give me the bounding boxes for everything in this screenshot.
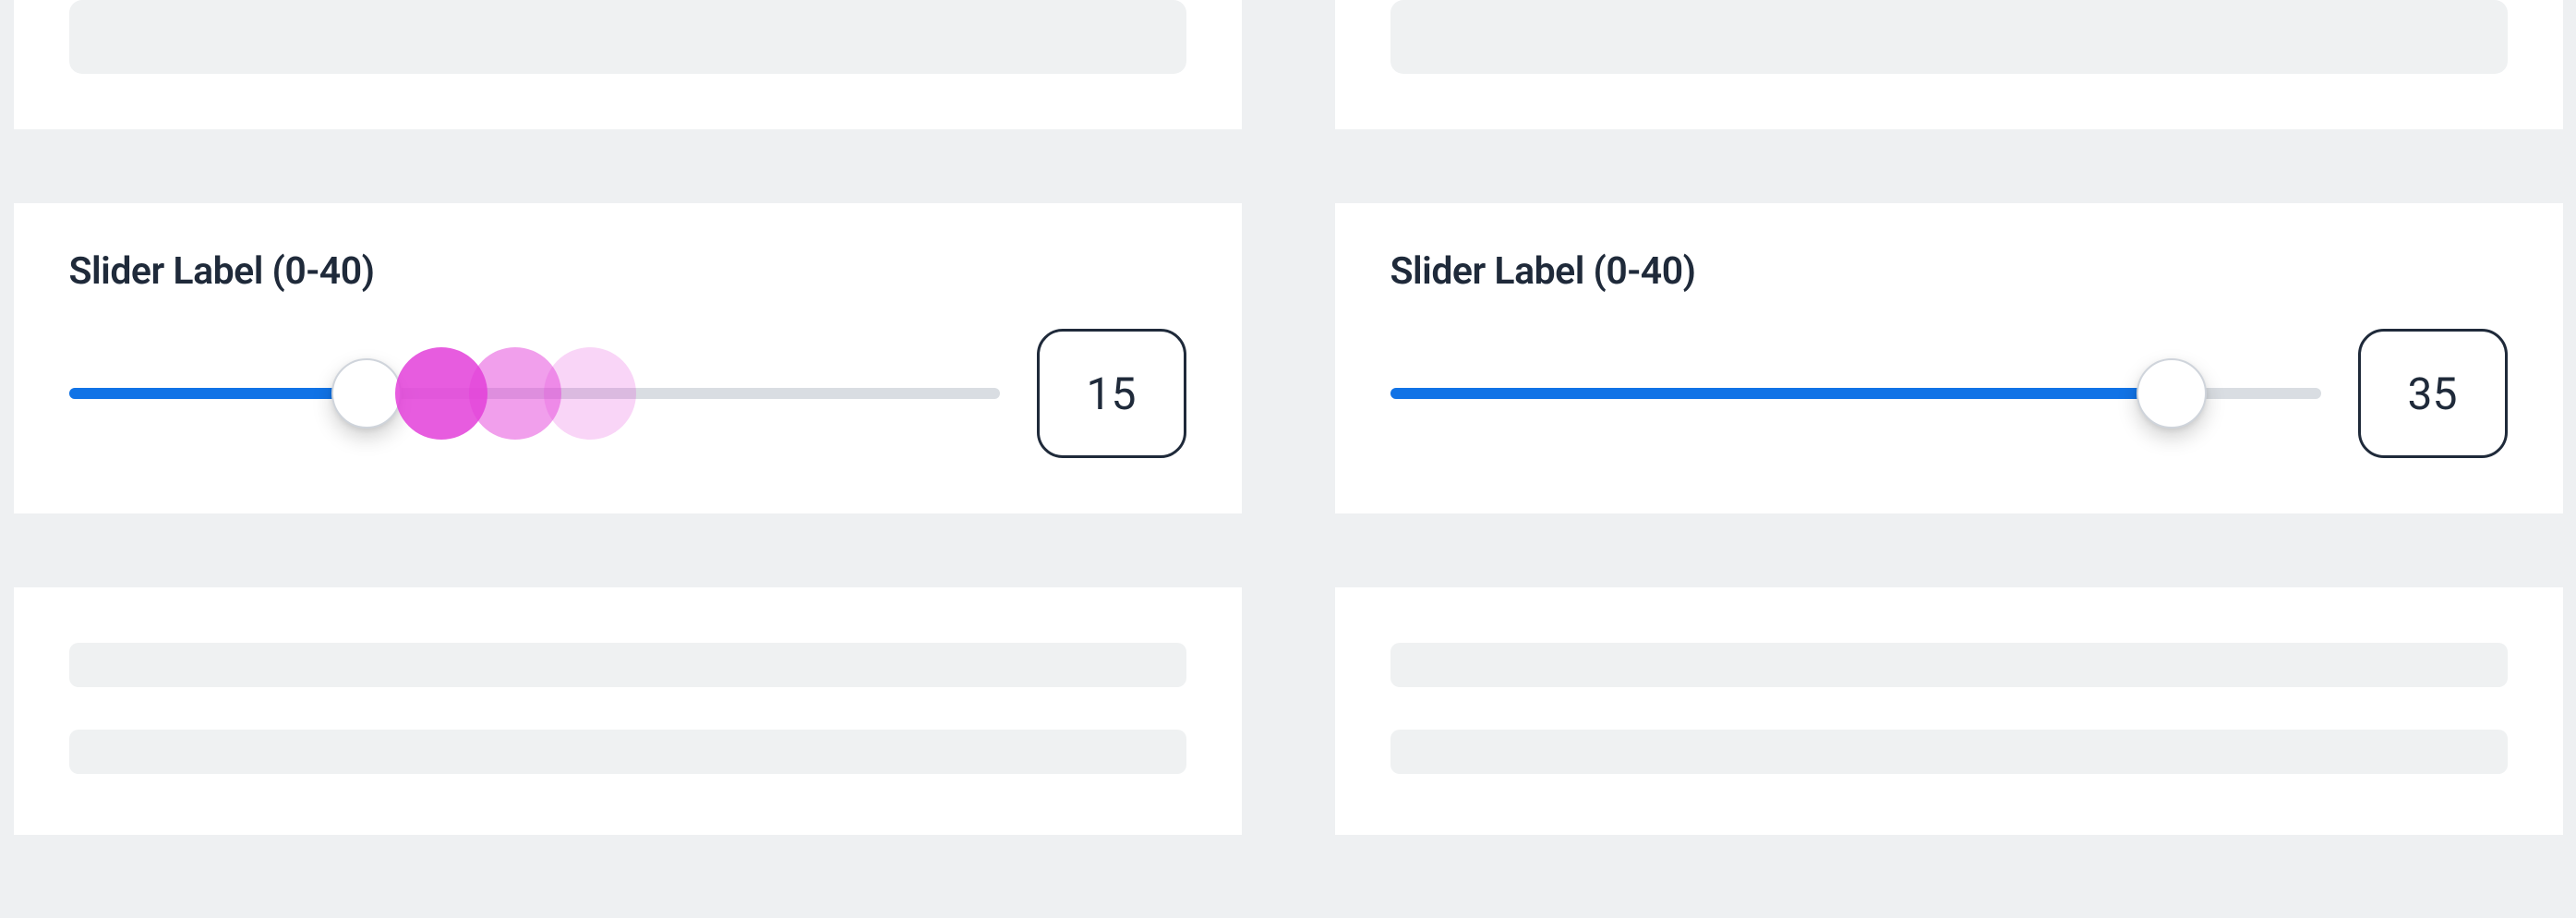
- panel-right: Slider Label (0-40) 35: [1335, 0, 2563, 878]
- touch-trail-icon: [469, 347, 561, 440]
- slider-label: Slider Label (0-40): [1390, 249, 2508, 294]
- slider-value-input[interactable]: 35: [2358, 329, 2508, 458]
- touch-indicator-icon: [395, 347, 488, 440]
- slider-row: 15: [69, 329, 1186, 458]
- top-placeholder-card: [1335, 0, 2563, 129]
- slider-value-text: 15: [1087, 368, 1137, 420]
- section-gap: [14, 835, 1242, 918]
- placeholder-line: [1390, 643, 2508, 687]
- section-gap: [1335, 129, 2563, 203]
- slider-value-input[interactable]: 15: [1037, 329, 1186, 458]
- slider-section: Slider Label (0-40) 15: [14, 203, 1242, 513]
- slider-thumb[interactable]: [2137, 358, 2207, 429]
- comparison-viewport: Slider Label (0-40) 15: [0, 0, 2576, 878]
- slider-track[interactable]: [1390, 388, 2321, 399]
- slider-value-text: 35: [2408, 368, 2458, 420]
- slider-label: Slider Label (0-40): [69, 249, 1186, 294]
- section-gap: [1335, 835, 2563, 918]
- panel-right-wrap: Slider Label (0-40) 35: [1321, 0, 2576, 878]
- slider-track-container[interactable]: [69, 356, 1000, 430]
- panel-left: Slider Label (0-40) 15: [14, 0, 1242, 878]
- slider-row: 35: [1390, 329, 2508, 458]
- section-gap: [14, 129, 1242, 203]
- placeholder-block: [1390, 0, 2508, 74]
- placeholder-line: [1390, 730, 2508, 774]
- section-gap: [1335, 513, 2563, 587]
- slider-track[interactable]: [69, 388, 1000, 399]
- slider-fill: [69, 388, 367, 399]
- section-gap: [14, 513, 1242, 587]
- placeholder-line: [69, 643, 1186, 687]
- panel-left-wrap: Slider Label (0-40) 15: [0, 0, 1255, 878]
- placeholder-block: [69, 0, 1186, 74]
- bottom-placeholder-card: [14, 587, 1242, 835]
- placeholder-line: [69, 730, 1186, 774]
- slider-section: Slider Label (0-40) 35: [1335, 203, 2563, 513]
- slider-track-container[interactable]: [1390, 356, 2321, 430]
- top-placeholder-card: [14, 0, 1242, 129]
- slider-thumb[interactable]: [331, 358, 402, 429]
- touch-trail-icon: [544, 347, 636, 440]
- slider-fill: [1390, 388, 2173, 399]
- bottom-placeholder-card: [1335, 587, 2563, 835]
